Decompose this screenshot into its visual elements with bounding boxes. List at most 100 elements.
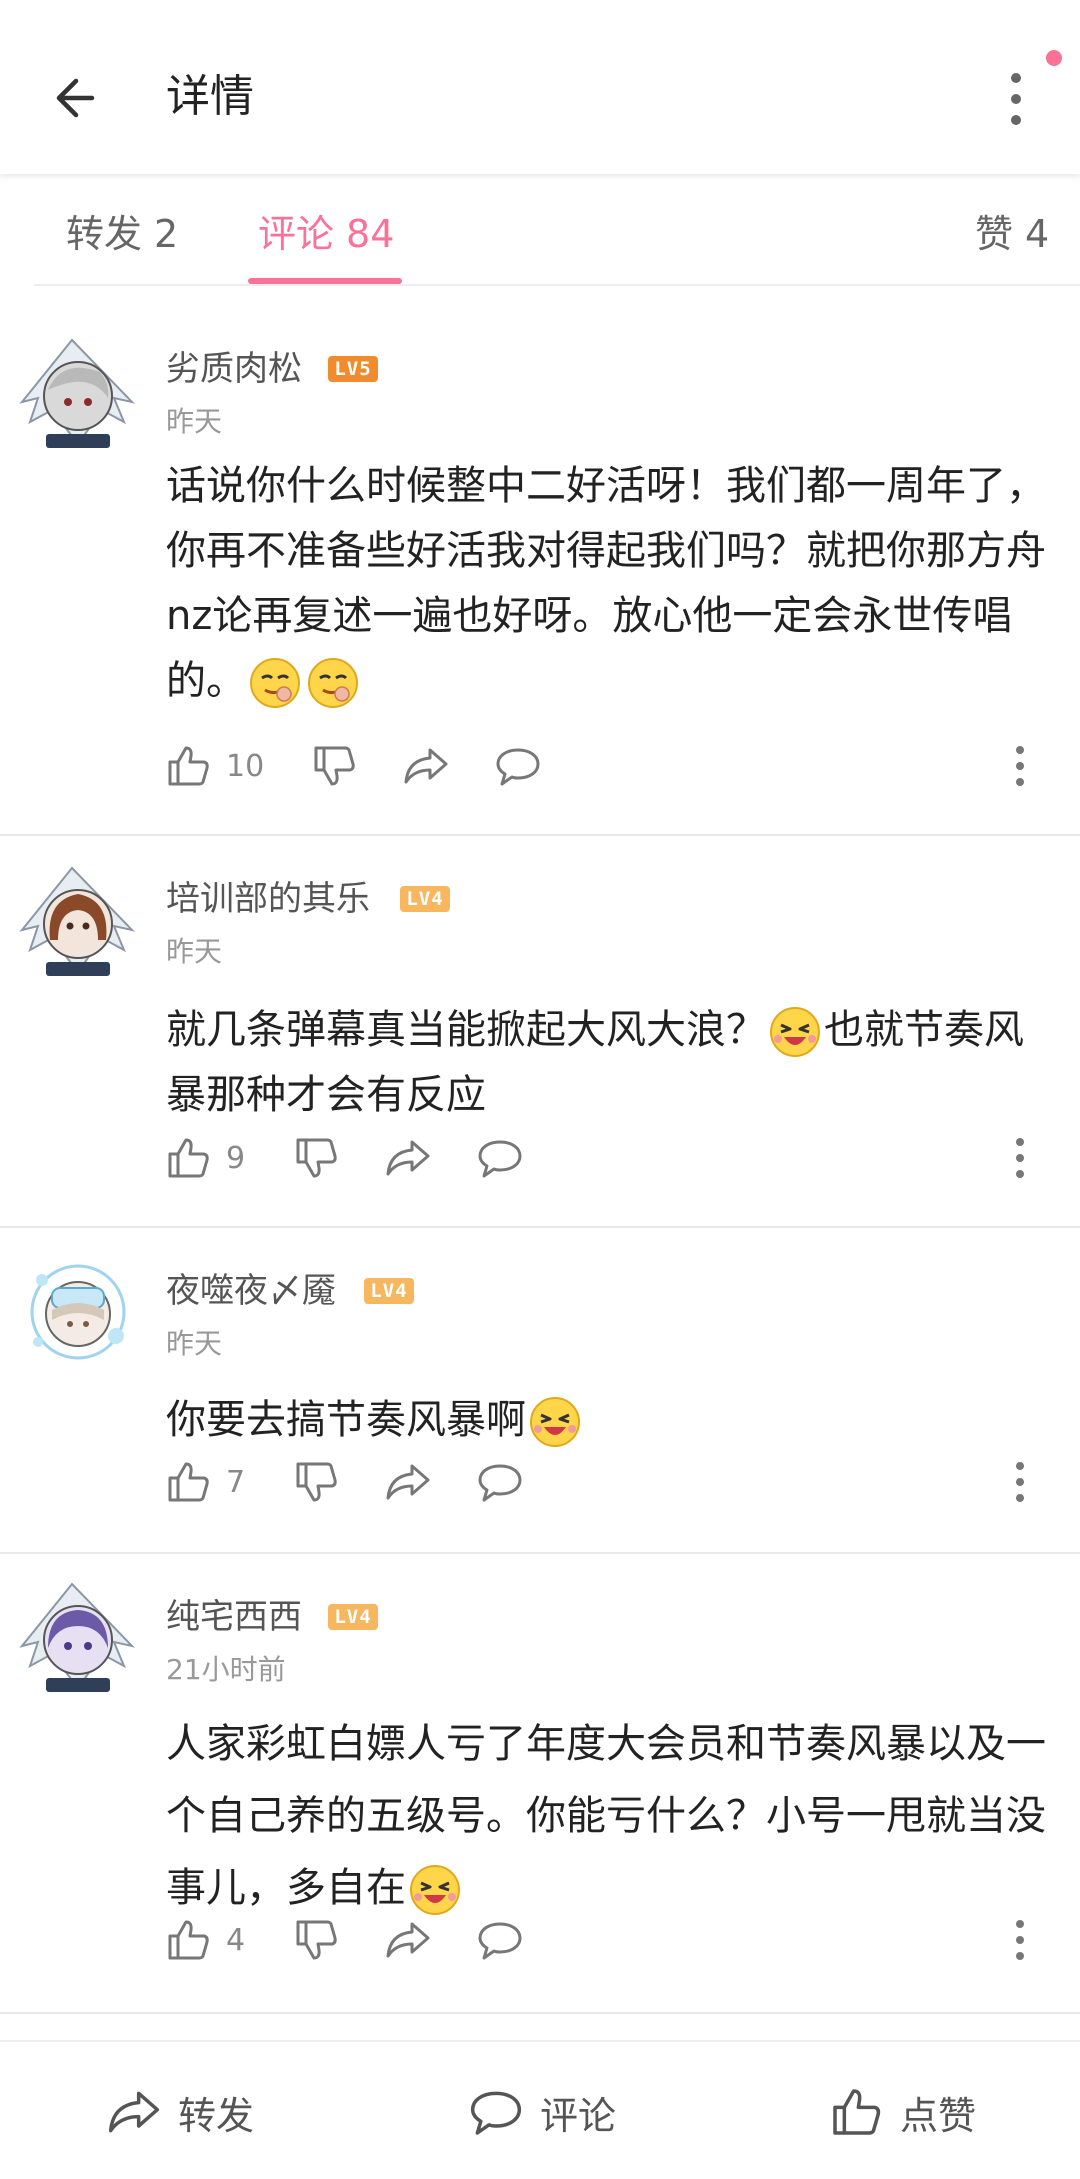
comment-bubble-icon: [478, 1140, 522, 1178]
tabs-divider: [34, 284, 1080, 286]
comment-text-before: 就几条弹幕真当能掀起大风大浪？: [166, 1007, 766, 1053]
thumbs-down-icon: [296, 1138, 337, 1178]
thumbs-down-icon: [314, 746, 355, 786]
comment-text: 人家彩虹白嫖人亏了年度大会员和节奏风暴以及一个自己养的五级号。你能亏什么？小号一…: [166, 1708, 1046, 1924]
comment-actions: 4: [160, 1910, 1060, 1970]
username[interactable]: 培训部的其乐: [166, 876, 370, 922]
back-arrow-icon[interactable]: [48, 68, 108, 128]
like-count: 10: [226, 748, 265, 784]
share-icon: [108, 2091, 160, 2133]
like-button[interactable]: 4: [164, 1910, 245, 1970]
username[interactable]: 纯宅西西: [166, 1594, 302, 1640]
comment-bubble-icon: [478, 1464, 522, 1502]
like-count: 7: [226, 1464, 246, 1500]
avatar[interactable]: [12, 860, 142, 984]
comment-time: 21小时前: [166, 1653, 286, 1686]
avatar[interactable]: [12, 1250, 142, 1374]
like-count: 9: [226, 1140, 246, 1176]
dislike-button[interactable]: [310, 736, 358, 796]
reply-button[interactable]: [476, 1452, 524, 1512]
dislike-button[interactable]: [292, 1128, 340, 1188]
notification-dot: [1046, 50, 1062, 66]
comment-time: 昨天: [166, 405, 223, 438]
thumbs-down-icon: [296, 1920, 337, 1960]
thumbs-up-icon: [168, 1462, 209, 1502]
comment-text: 就几条弹幕真当能掀起大风大浪？ 也就节奏风暴那种才会有反应: [166, 998, 1046, 1128]
tab-repost[interactable]: 转发 2: [66, 204, 178, 264]
tab-repost-count: 2: [154, 212, 179, 256]
top-app-bar: 详情: [0, 0, 1080, 174]
bottom-repost-label: 转发: [178, 2093, 255, 2138]
comment-bubble-icon: [478, 1922, 522, 1960]
comment-time: 昨天: [166, 935, 223, 968]
like-button[interactable]: 7: [164, 1452, 245, 1512]
thumbs-up-icon: [168, 1138, 209, 1178]
level-badge: LV4: [400, 886, 450, 912]
dislike-button[interactable]: [292, 1910, 340, 1970]
share-icon: [386, 1464, 430, 1500]
reply-button[interactable]: [476, 1910, 524, 1970]
thumbs-up-icon: [168, 746, 209, 786]
comment-more-icon[interactable]: [1008, 740, 1032, 792]
comment-bubble-icon: [496, 748, 540, 786]
comment-more-icon[interactable]: [1008, 1914, 1032, 1966]
tab-repost-label: 转发: [66, 212, 143, 256]
tab-comment-label: 评论: [258, 212, 335, 256]
tab-like[interactable]: 赞4: [975, 204, 1049, 264]
laughing-face-emoji: [768, 1005, 822, 1059]
comment-text-before: 你要去搞节奏风暴啊: [166, 1397, 526, 1443]
share-icon: [386, 1140, 430, 1176]
comment-item: 培训部的其乐 LV4 昨天 就几条弹幕真当能掀起大风大浪？ 也就节奏风暴那种才会有…: [0, 836, 1080, 1228]
level-badge: LV5: [328, 356, 378, 382]
comment-item: 夜噬夜〆魇 LV4 昨天 你要去搞节奏风暴啊 7: [0, 1228, 1080, 1554]
bottom-repost-button[interactable]: 转发: [106, 2072, 254, 2152]
page-title: 详情: [166, 71, 254, 122]
thumbs-up-icon: [833, 2089, 881, 2135]
comment-more-icon[interactable]: [1008, 1132, 1032, 1184]
bottom-like-label: 点赞: [900, 2093, 977, 2138]
bottom-comment-button[interactable]: 评论: [468, 2072, 616, 2152]
comment-actions: 9: [160, 1128, 1060, 1188]
tab-bar: 转发 2 评论 84 赞4: [0, 174, 1080, 304]
tab-comment-count: 84: [346, 212, 395, 256]
dislike-button[interactable]: [292, 1452, 340, 1512]
tab-like-count: 4: [1025, 212, 1050, 256]
comment-text-before: 人家彩虹白嫖人亏了年度大会员和节奏风暴以及一个自己养的五级号。你能亏什么？小号一…: [166, 1721, 1046, 1911]
thumbs-up-icon: [168, 1920, 209, 1960]
comment-more-icon[interactable]: [1008, 1456, 1032, 1508]
bottom-action-bar: 转发 评论 点赞: [0, 2040, 1080, 2179]
username[interactable]: 夜噬夜〆魇: [166, 1268, 336, 1314]
comment-item: 劣质肉松 LV5 昨天 话说你什么时候整中二好活呀！我们都一周年了，你再不准备些…: [0, 306, 1080, 836]
share-button[interactable]: [384, 1452, 432, 1512]
like-button[interactable]: 9: [164, 1128, 245, 1188]
username[interactable]: 劣质肉松: [166, 346, 302, 392]
avatar[interactable]: [12, 1576, 142, 1700]
tab-comment[interactable]: 评论 84: [258, 204, 394, 264]
more-vertical-icon[interactable]: [996, 64, 1036, 134]
reply-button[interactable]: [476, 1128, 524, 1188]
bottom-like-button[interactable]: 点赞: [828, 2072, 976, 2152]
share-button[interactable]: [402, 736, 450, 796]
comment-text: 话说你什么时候整中二好活呀！我们都一周年了，你再不准备些好活我对得起我们吗？就把…: [166, 454, 1046, 714]
avatar[interactable]: [12, 332, 142, 456]
tab-like-label: 赞: [975, 212, 1014, 256]
bottom-comment-label: 评论: [540, 2093, 617, 2138]
share-button[interactable]: [384, 1128, 432, 1188]
comment-bubble-icon: [470, 2091, 522, 2135]
share-button[interactable]: [384, 1910, 432, 1970]
like-count: 4: [226, 1922, 246, 1958]
comment-item: 纯宅西西 LV4 21小时前 人家彩虹白嫖人亏了年度大会员和节奏风暴以及一个自己…: [0, 1554, 1080, 2014]
level-badge: LV4: [328, 1604, 378, 1630]
comment-actions: 10: [160, 736, 1060, 796]
share-icon: [386, 1922, 430, 1958]
like-button[interactable]: 10: [164, 736, 264, 796]
reply-button[interactable]: [494, 736, 542, 796]
comment-time: 昨天: [166, 1327, 223, 1360]
laughing-face-emoji: [408, 1863, 462, 1917]
smug-face-emoji: [306, 656, 360, 710]
level-badge: LV4: [364, 1278, 414, 1304]
share-icon: [404, 748, 448, 784]
detail-page: 详情 转发 2 评论 84 赞4 劣质肉松 LV5 昨天 话说你什么时候整中二好…: [0, 0, 1080, 2179]
smug-face-emoji: [248, 656, 302, 710]
comment-text: 你要去搞节奏风暴啊: [166, 1388, 1046, 1453]
